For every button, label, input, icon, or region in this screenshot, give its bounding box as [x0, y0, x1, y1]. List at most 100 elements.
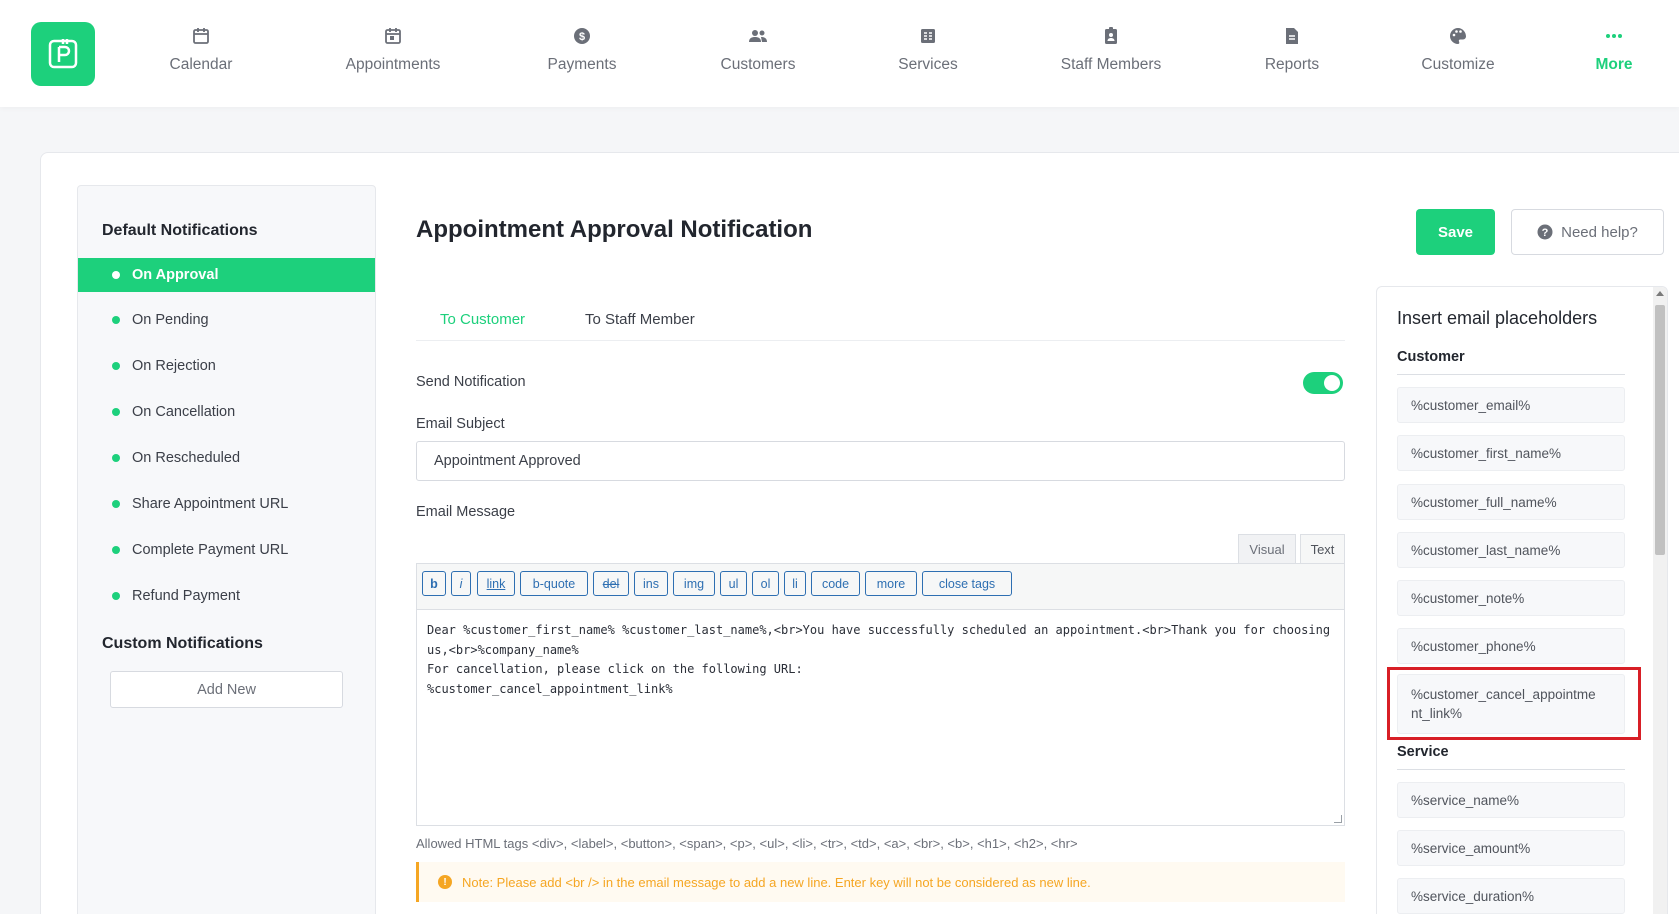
- sidebar-item-on-rejection[interactable]: On Rejection: [78, 349, 375, 383]
- editor-tab-text[interactable]: Text: [1300, 534, 1345, 563]
- send-notification-label: Send Notification: [416, 374, 526, 390]
- bullet-dot-icon: [112, 546, 120, 554]
- email-message-label: Email Message: [416, 504, 516, 520]
- service-group-heading: Service: [1397, 744, 1449, 760]
- quicktag-code-button[interactable]: code: [811, 571, 860, 596]
- save-button[interactable]: Save: [1416, 209, 1495, 255]
- sidebar-item-on-pending[interactable]: On Pending: [78, 303, 375, 337]
- nav-payments[interactable]: $ Payments: [537, 26, 627, 74]
- placeholders-panel: Insert email placeholders Customer %cust…: [1376, 286, 1668, 914]
- placeholder-service-duration[interactable]: %service_duration%: [1397, 878, 1625, 914]
- sidebar-item-label: Refund Payment: [132, 588, 241, 604]
- sidebar-item-share-appointment-url[interactable]: Share Appointment URL: [78, 487, 375, 521]
- nav-calendar[interactable]: Calendar: [161, 26, 241, 74]
- quicktag-del-button[interactable]: del: [593, 571, 629, 596]
- bullet-dot-icon: [112, 362, 120, 370]
- help-question-icon: ?: [1537, 224, 1553, 240]
- placeholder-service-amount[interactable]: %service_amount%: [1397, 830, 1625, 866]
- logo-icon: [48, 39, 78, 69]
- svg-text:$: $: [579, 31, 585, 43]
- toggle-knob: [1324, 375, 1340, 391]
- placeholder-service-name[interactable]: %service_name%: [1397, 782, 1625, 818]
- sidebar-item-on-rescheduled[interactable]: On Rescheduled: [78, 441, 375, 475]
- app-logo[interactable]: [31, 22, 95, 86]
- need-help-label: Need help?: [1561, 223, 1638, 241]
- scrollbar-thumb[interactable]: [1655, 305, 1665, 555]
- placeholder-customer-last-name[interactable]: %customer_last_name%: [1397, 532, 1625, 568]
- email-message-textarea[interactable]: Dear %customer_first_name% %customer_las…: [416, 610, 1345, 826]
- bullet-dot-icon: [112, 592, 120, 600]
- bullet-dot-icon: [112, 271, 120, 279]
- sidebar-item-label: On Rescheduled: [132, 450, 241, 466]
- nav-reports[interactable]: Reports: [1255, 26, 1329, 74]
- send-notification-toggle[interactable]: [1303, 372, 1343, 394]
- need-help-button[interactable]: ? Need help?: [1511, 209, 1664, 255]
- allowed-html-tags-text: Allowed HTML tags <div>, <label>, <butto…: [416, 836, 1078, 851]
- email-subject-input[interactable]: Appointment Approved: [416, 441, 1345, 481]
- tab-to-staff-member[interactable]: To Staff Member: [585, 311, 695, 328]
- bullet-dot-icon: [112, 408, 120, 416]
- default-notifications-heading: Default Notifications: [102, 222, 258, 239]
- tab-to-customer[interactable]: To Customer: [440, 311, 525, 328]
- warning-icon: !: [438, 875, 452, 889]
- quicktag-ins-button[interactable]: ins: [634, 571, 668, 596]
- group-divider: [1397, 374, 1625, 375]
- email-subject-label: Email Subject: [416, 416, 505, 432]
- quicktag-more-button[interactable]: more: [865, 571, 917, 596]
- sidebar-item-on-approval[interactable]: On Approval: [78, 258, 375, 292]
- nav-more[interactable]: More: [1591, 26, 1637, 74]
- quicktag-blockquote-button[interactable]: b-quote: [520, 571, 588, 596]
- calendar-icon: [193, 28, 209, 44]
- nav-reports-label: Reports: [1264, 56, 1320, 73]
- message-line: For cancellation, please click on the fo…: [427, 662, 803, 676]
- top-navigation-bar: Calendar Appointments $ Payments Custome…: [0, 0, 1679, 107]
- quicktag-li-button[interactable]: li: [784, 571, 806, 596]
- quicktag-ol-button[interactable]: ol: [752, 571, 779, 596]
- panel-scrollbar[interactable]: [1653, 287, 1667, 914]
- sidebar-item-refund-payment[interactable]: Refund Payment: [78, 579, 375, 613]
- bullet-dot-icon: [112, 500, 120, 508]
- nav-calendar-label: Calendar: [169, 56, 233, 73]
- message-line: Dear %customer_first_name% %customer_las…: [427, 623, 1331, 637]
- add-new-button[interactable]: Add New: [110, 671, 343, 708]
- appointments-icon: [385, 28, 401, 44]
- nav-staff-members[interactable]: Staff Members: [1050, 26, 1172, 74]
- reports-icon: [1286, 28, 1298, 44]
- quicktag-italic-button[interactable]: i: [451, 571, 471, 596]
- placeholder-customer-email[interactable]: %customer_email%: [1397, 387, 1625, 423]
- sidebar-item-label: On Rejection: [132, 358, 216, 374]
- group-divider: [1397, 769, 1625, 770]
- placeholder-customer-phone[interactable]: %customer_phone%: [1397, 628, 1625, 664]
- highlight-box: [1387, 667, 1641, 740]
- custom-notifications-heading: Custom Notifications: [102, 635, 263, 652]
- customer-group-heading: Customer: [1397, 349, 1465, 365]
- editor-tab-visual[interactable]: Visual: [1238, 534, 1296, 563]
- quicktag-link-button[interactable]: link: [477, 571, 515, 596]
- quicktag-bold-button[interactable]: b: [422, 571, 446, 596]
- palette-icon: [1450, 28, 1466, 44]
- nav-appointments[interactable]: Appointments: [333, 26, 453, 74]
- bullet-dot-icon: [112, 316, 120, 324]
- note-text: Note: Please add <br /> in the email mes…: [462, 874, 1091, 890]
- quicktag-ul-button[interactable]: ul: [720, 571, 747, 596]
- placeholder-customer-full-name[interactable]: %customer_full_name%: [1397, 484, 1625, 520]
- placeholder-customer-first-name[interactable]: %customer_first_name%: [1397, 435, 1625, 471]
- scroll-up-arrow-icon[interactable]: [1656, 291, 1664, 296]
- sidebar-item-label: On Cancellation: [132, 404, 236, 420]
- sidebar-item-label: Complete Payment URL: [132, 542, 289, 558]
- nav-services[interactable]: Services: [888, 26, 968, 74]
- placeholder-customer-note[interactable]: %customer_note%: [1397, 580, 1625, 616]
- quicktag-close-tags-button[interactable]: close tags: [922, 571, 1012, 596]
- quicktag-img-button[interactable]: img: [673, 571, 715, 596]
- sidebar-item-complete-payment-url[interactable]: Complete Payment URL: [78, 533, 375, 567]
- line-break-note: ! Note: Please add <br /> in the email m…: [416, 862, 1345, 902]
- sidebar-item-on-cancellation[interactable]: On Cancellation: [78, 395, 375, 429]
- textarea-resize-handle[interactable]: [1334, 815, 1342, 823]
- nav-staff-members-label: Staff Members: [1060, 56, 1162, 73]
- sidebar-item-label: Share Appointment URL: [132, 496, 289, 512]
- nav-customize[interactable]: Customize: [1413, 26, 1503, 74]
- nav-customers[interactable]: Customers: [710, 26, 806, 74]
- nav-services-label: Services: [898, 56, 958, 73]
- message-line: %customer_cancel_appointment_link%: [427, 681, 673, 696]
- nav-payments-label: Payments: [547, 56, 617, 73]
